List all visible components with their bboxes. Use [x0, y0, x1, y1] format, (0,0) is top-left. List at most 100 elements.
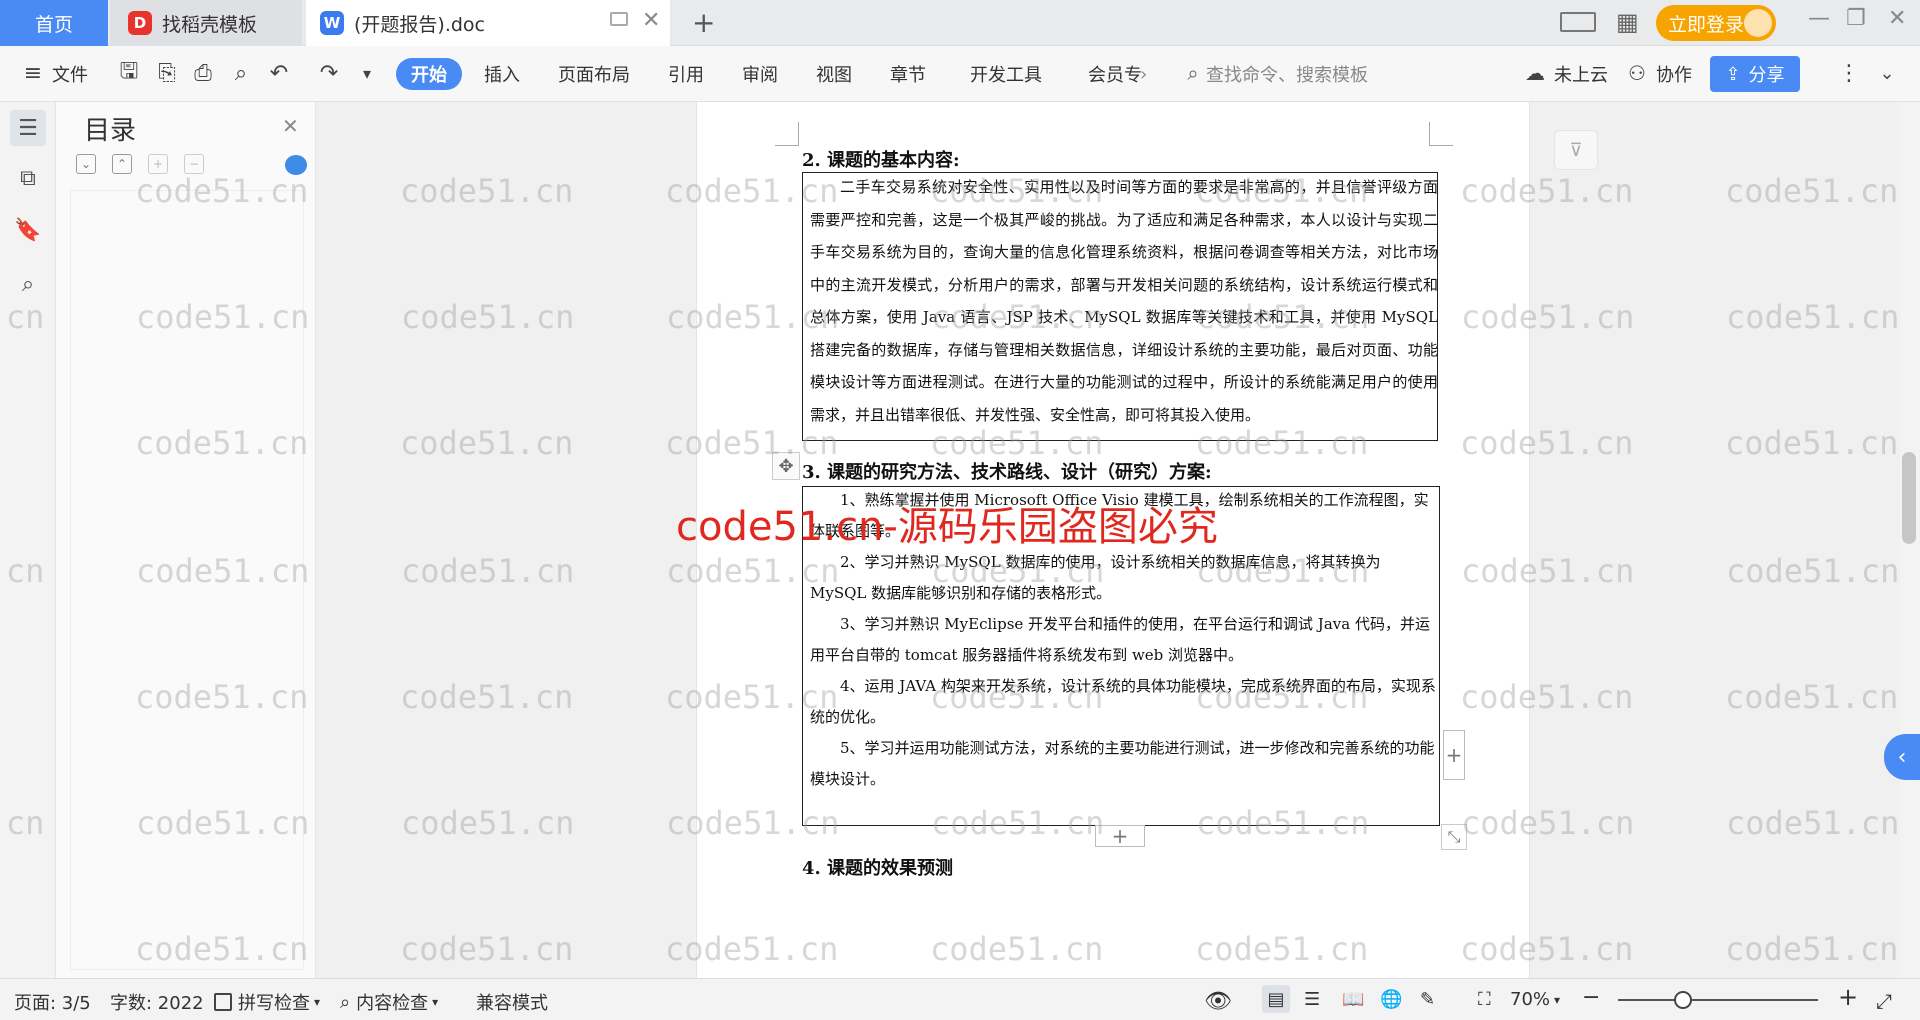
- ribbon-toolbar: ≡ 文件 🖫 ⎘ ⎙ ⌕ ↶ ↷ ▾ 开始 插入 页面布局 引用 审阅 视图 章…: [0, 46, 1920, 102]
- section-3-item: 5、学习并运用功能测试方法，对系统的主要功能进行测试，进一步修改和完善系统的功能…: [810, 739, 1435, 788]
- toc-close-icon[interactable]: ✕: [282, 114, 299, 138]
- spell-check-label: 拼写检查: [238, 993, 310, 1014]
- bookmark-icon[interactable]: 🔖: [10, 212, 46, 248]
- menu-view[interactable]: 视图: [816, 58, 852, 90]
- add-row-icon[interactable]: +: [1095, 824, 1145, 848]
- read-view-icon[interactable]: 📖: [1342, 989, 1364, 1010]
- fit-page-icon[interactable]: ⛶: [1478, 989, 1491, 1010]
- outline-view-icon[interactable]: ☰: [1304, 989, 1320, 1010]
- ribbon-collapse-icon[interactable]: ⌄: [1874, 60, 1900, 86]
- zoom-level[interactable]: 70% ▾: [1510, 989, 1560, 1010]
- tab-template-label: 找稻壳模板: [162, 13, 258, 36]
- word-count[interactable]: 字数: 2022: [110, 989, 204, 1015]
- wps-writer-icon: W: [320, 11, 344, 35]
- menu-review[interactable]: 审阅: [742, 58, 778, 90]
- page-count[interactable]: 页面: 3/5: [14, 989, 91, 1015]
- section-3-item: 4、运用 JAVA 构架来开发系统，设计系统的具体功能模块，完成系统界面的布局，…: [810, 677, 1436, 726]
- table-move-handle-icon[interactable]: ✥: [772, 452, 800, 480]
- tab-home[interactable]: 首页: [0, 0, 108, 46]
- zoom-slider-handle[interactable]: [1674, 991, 1692, 1009]
- find-icon[interactable]: ⌕: [10, 266, 46, 302]
- toc-expand-icon[interactable]: ⌄: [76, 154, 96, 174]
- menu-start[interactable]: 开始: [396, 58, 462, 90]
- toc-ai-icon[interactable]: [285, 155, 307, 175]
- pen-icon[interactable]: ✎: [1420, 989, 1435, 1010]
- window-close-icon[interactable]: ✕: [1888, 6, 1906, 31]
- search-icon: ⌕: [1187, 61, 1199, 85]
- content-check-icon: ⌕: [340, 991, 351, 1013]
- save-icon[interactable]: 🖫: [116, 59, 142, 86]
- left-rail: ☰ ⧉ 🔖 ⌕: [0, 102, 56, 978]
- section-2-heading: 2. 课题的基本内容:: [802, 150, 960, 171]
- add-column-icon[interactable]: +: [1443, 730, 1465, 780]
- tab-bar: 首页 D 找稻壳模板 W (开题报告).doc ✕ + ▦ 立即登录 — ❐ ✕: [0, 0, 1920, 46]
- menu-more-icon[interactable]: ›: [1140, 58, 1147, 90]
- navigation-icon[interactable]: ⧉: [10, 160, 46, 196]
- section-3-item: 2、学习并熟识 MySQL 数据库的使用，设计系统相关的数据库信息，将其转换为 …: [810, 553, 1381, 602]
- dropdown-icon: ▾: [1554, 992, 1561, 1007]
- collapse-panel-icon[interactable]: ⊽: [1554, 130, 1598, 170]
- more-options-icon[interactable]: ⋮: [1836, 60, 1862, 86]
- zoom-out-icon[interactable]: −: [1582, 985, 1600, 1010]
- minimize-icon[interactable]: —: [1808, 6, 1830, 31]
- content-check-label: 内容检查: [356, 993, 429, 1014]
- cloud-status[interactable]: 未上云: [1554, 58, 1608, 90]
- hamburger-menu-icon[interactable]: ≡: [20, 60, 46, 86]
- quick-access-dropdown-icon[interactable]: ▾: [354, 60, 380, 86]
- menu-member[interactable]: 会员专: [1088, 58, 1142, 90]
- copyright-overlay: code51.cn-源码乐园盗图必究: [676, 504, 1218, 550]
- content-check-button[interactable]: ⌕ 内容检查 ▾: [340, 989, 438, 1015]
- spell-check-button[interactable]: 拼写检查 ▾: [214, 989, 320, 1015]
- scrollbar-thumb[interactable]: [1902, 452, 1916, 544]
- apps-grid-icon[interactable]: ▦: [1616, 8, 1639, 36]
- print-icon[interactable]: ⎙: [190, 60, 216, 86]
- toc-panel-icon[interactable]: ☰: [10, 110, 46, 146]
- section-3-heading: 3. 课题的研究方法、技术路线、设计（研究）方案:: [802, 462, 1212, 483]
- menu-insert[interactable]: 插入: [484, 58, 520, 90]
- monitor-icon[interactable]: [610, 12, 628, 26]
- toc-title: 目录: [84, 116, 137, 146]
- dropdown-icon: ▾: [314, 995, 321, 1009]
- tab-template[interactable]: D 找稻壳模板: [110, 0, 302, 46]
- menu-developer[interactable]: 开发工具: [970, 58, 1042, 90]
- command-search-input[interactable]: 查找命令、搜索模板: [1206, 58, 1368, 90]
- login-label: 立即登录: [1668, 13, 1745, 36]
- redo-icon[interactable]: ↷: [316, 60, 342, 86]
- file-menu[interactable]: 文件: [52, 58, 88, 90]
- toc-add-icon[interactable]: +: [148, 154, 168, 174]
- toc-remove-icon[interactable]: −: [184, 154, 204, 174]
- margin-corner: [1429, 122, 1453, 146]
- toc-panel: 目录 ✕ ⌄ ⌃ + −: [56, 102, 316, 978]
- zoom-in-icon[interactable]: +: [1838, 983, 1858, 1011]
- tab-close-icon[interactable]: ✕: [642, 8, 660, 33]
- layout-icon[interactable]: [1560, 12, 1596, 32]
- restore-icon[interactable]: ❐: [1846, 6, 1866, 31]
- menu-start-label: 开始: [411, 65, 447, 86]
- menu-chapter[interactable]: 章节: [890, 58, 926, 90]
- print-preview-icon[interactable]: ⌕: [228, 60, 254, 86]
- status-bar: 页面: 3/5 字数: 2022 拼写检查 ▾ ⌕ 内容检查 ▾ 兼容模式 👁 …: [0, 978, 1920, 1020]
- spell-check-icon: [214, 993, 232, 1011]
- login-button[interactable]: 立即登录: [1656, 5, 1776, 41]
- menu-references[interactable]: 引用: [668, 58, 704, 90]
- collab-button[interactable]: 协作: [1656, 58, 1692, 90]
- export-icon[interactable]: ⎘: [154, 60, 180, 86]
- side-panel-toggle-icon[interactable]: ‹: [1884, 734, 1920, 780]
- tab-document[interactable]: W (开题报告).doc ✕: [306, 0, 670, 46]
- toc-collapse-icon[interactable]: ⌃: [112, 154, 132, 174]
- new-tab-icon[interactable]: +: [692, 6, 715, 39]
- share-icon: ⇪: [1725, 63, 1741, 85]
- share-button[interactable]: ⇪ 分享: [1710, 56, 1800, 92]
- docer-icon: D: [128, 11, 152, 35]
- eye-protection-icon[interactable]: 👁: [1204, 989, 1232, 1014]
- menu-page-layout[interactable]: 页面布局: [558, 58, 630, 90]
- page-view-icon[interactable]: ▤: [1262, 985, 1290, 1013]
- fullscreen-icon[interactable]: ⤢: [1876, 989, 1892, 1013]
- table-resize-icon[interactable]: ⤡: [1441, 824, 1467, 850]
- section-2-body: 二手车交易系统对安全性、实用性以及时间等方面的要求是非常高的，并且信誉评级方面需…: [810, 178, 1438, 424]
- undo-icon[interactable]: ↶: [266, 60, 292, 86]
- zoom-slider[interactable]: [1618, 999, 1818, 1001]
- toc-list: [70, 190, 304, 970]
- section-4-heading: 4. 课题的效果预测: [802, 858, 954, 879]
- web-view-icon[interactable]: 🌐: [1380, 989, 1402, 1010]
